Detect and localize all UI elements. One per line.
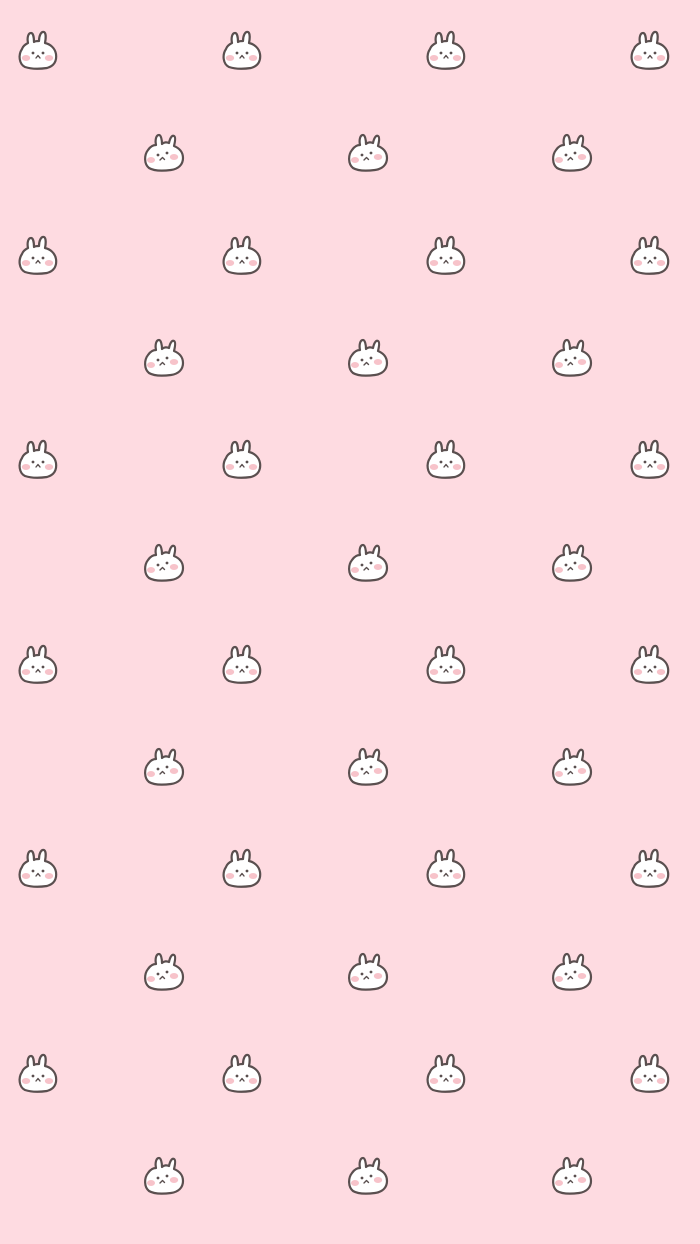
bunny-face-icon [548, 126, 600, 178]
bunny-face-icon [548, 536, 600, 588]
bunny-face-icon [218, 229, 270, 281]
bunny-face-icon [140, 945, 192, 997]
bunny-face-icon [14, 638, 66, 690]
bunny-face-icon [422, 24, 474, 76]
bunny-face-icon [422, 229, 474, 281]
bunny-face-icon [344, 945, 396, 997]
bunny-face-icon [14, 842, 66, 894]
bunny-face-icon [218, 1047, 270, 1099]
bunny-face-icon [140, 331, 192, 383]
bunny-face-icon [548, 1149, 600, 1201]
wallpaper-background [0, 0, 700, 1244]
bunny-face-icon [14, 229, 66, 281]
bunny-face-icon [140, 126, 192, 178]
bunny-face-icon [140, 740, 192, 792]
bunny-face-icon [140, 1149, 192, 1201]
bunny-face-icon [218, 842, 270, 894]
bunny-face-icon [344, 331, 396, 383]
bunny-face-icon [422, 638, 474, 690]
bunny-face-icon [626, 433, 678, 485]
bunny-face-icon [422, 842, 474, 894]
bunny-face-icon [626, 24, 678, 76]
bunny-face-icon [422, 1047, 474, 1099]
bunny-face-icon [344, 1149, 396, 1201]
bunny-face-icon [344, 536, 396, 588]
bunny-face-icon [14, 24, 66, 76]
bunny-face-icon [626, 842, 678, 894]
bunny-face-icon [218, 433, 270, 485]
bunny-face-icon [218, 24, 270, 76]
bunny-face-icon [218, 638, 270, 690]
bunny-face-icon [626, 229, 678, 281]
bunny-face-icon [548, 331, 600, 383]
bunny-face-icon [422, 433, 474, 485]
bunny-face-icon [548, 740, 600, 792]
bunny-face-icon [140, 536, 192, 588]
bunny-face-icon [548, 945, 600, 997]
bunny-face-icon [626, 1047, 678, 1099]
bunny-face-icon [344, 126, 396, 178]
bunny-face-icon [14, 433, 66, 485]
bunny-face-icon [14, 1047, 66, 1099]
bunny-face-icon [344, 740, 396, 792]
bunny-face-icon [626, 638, 678, 690]
